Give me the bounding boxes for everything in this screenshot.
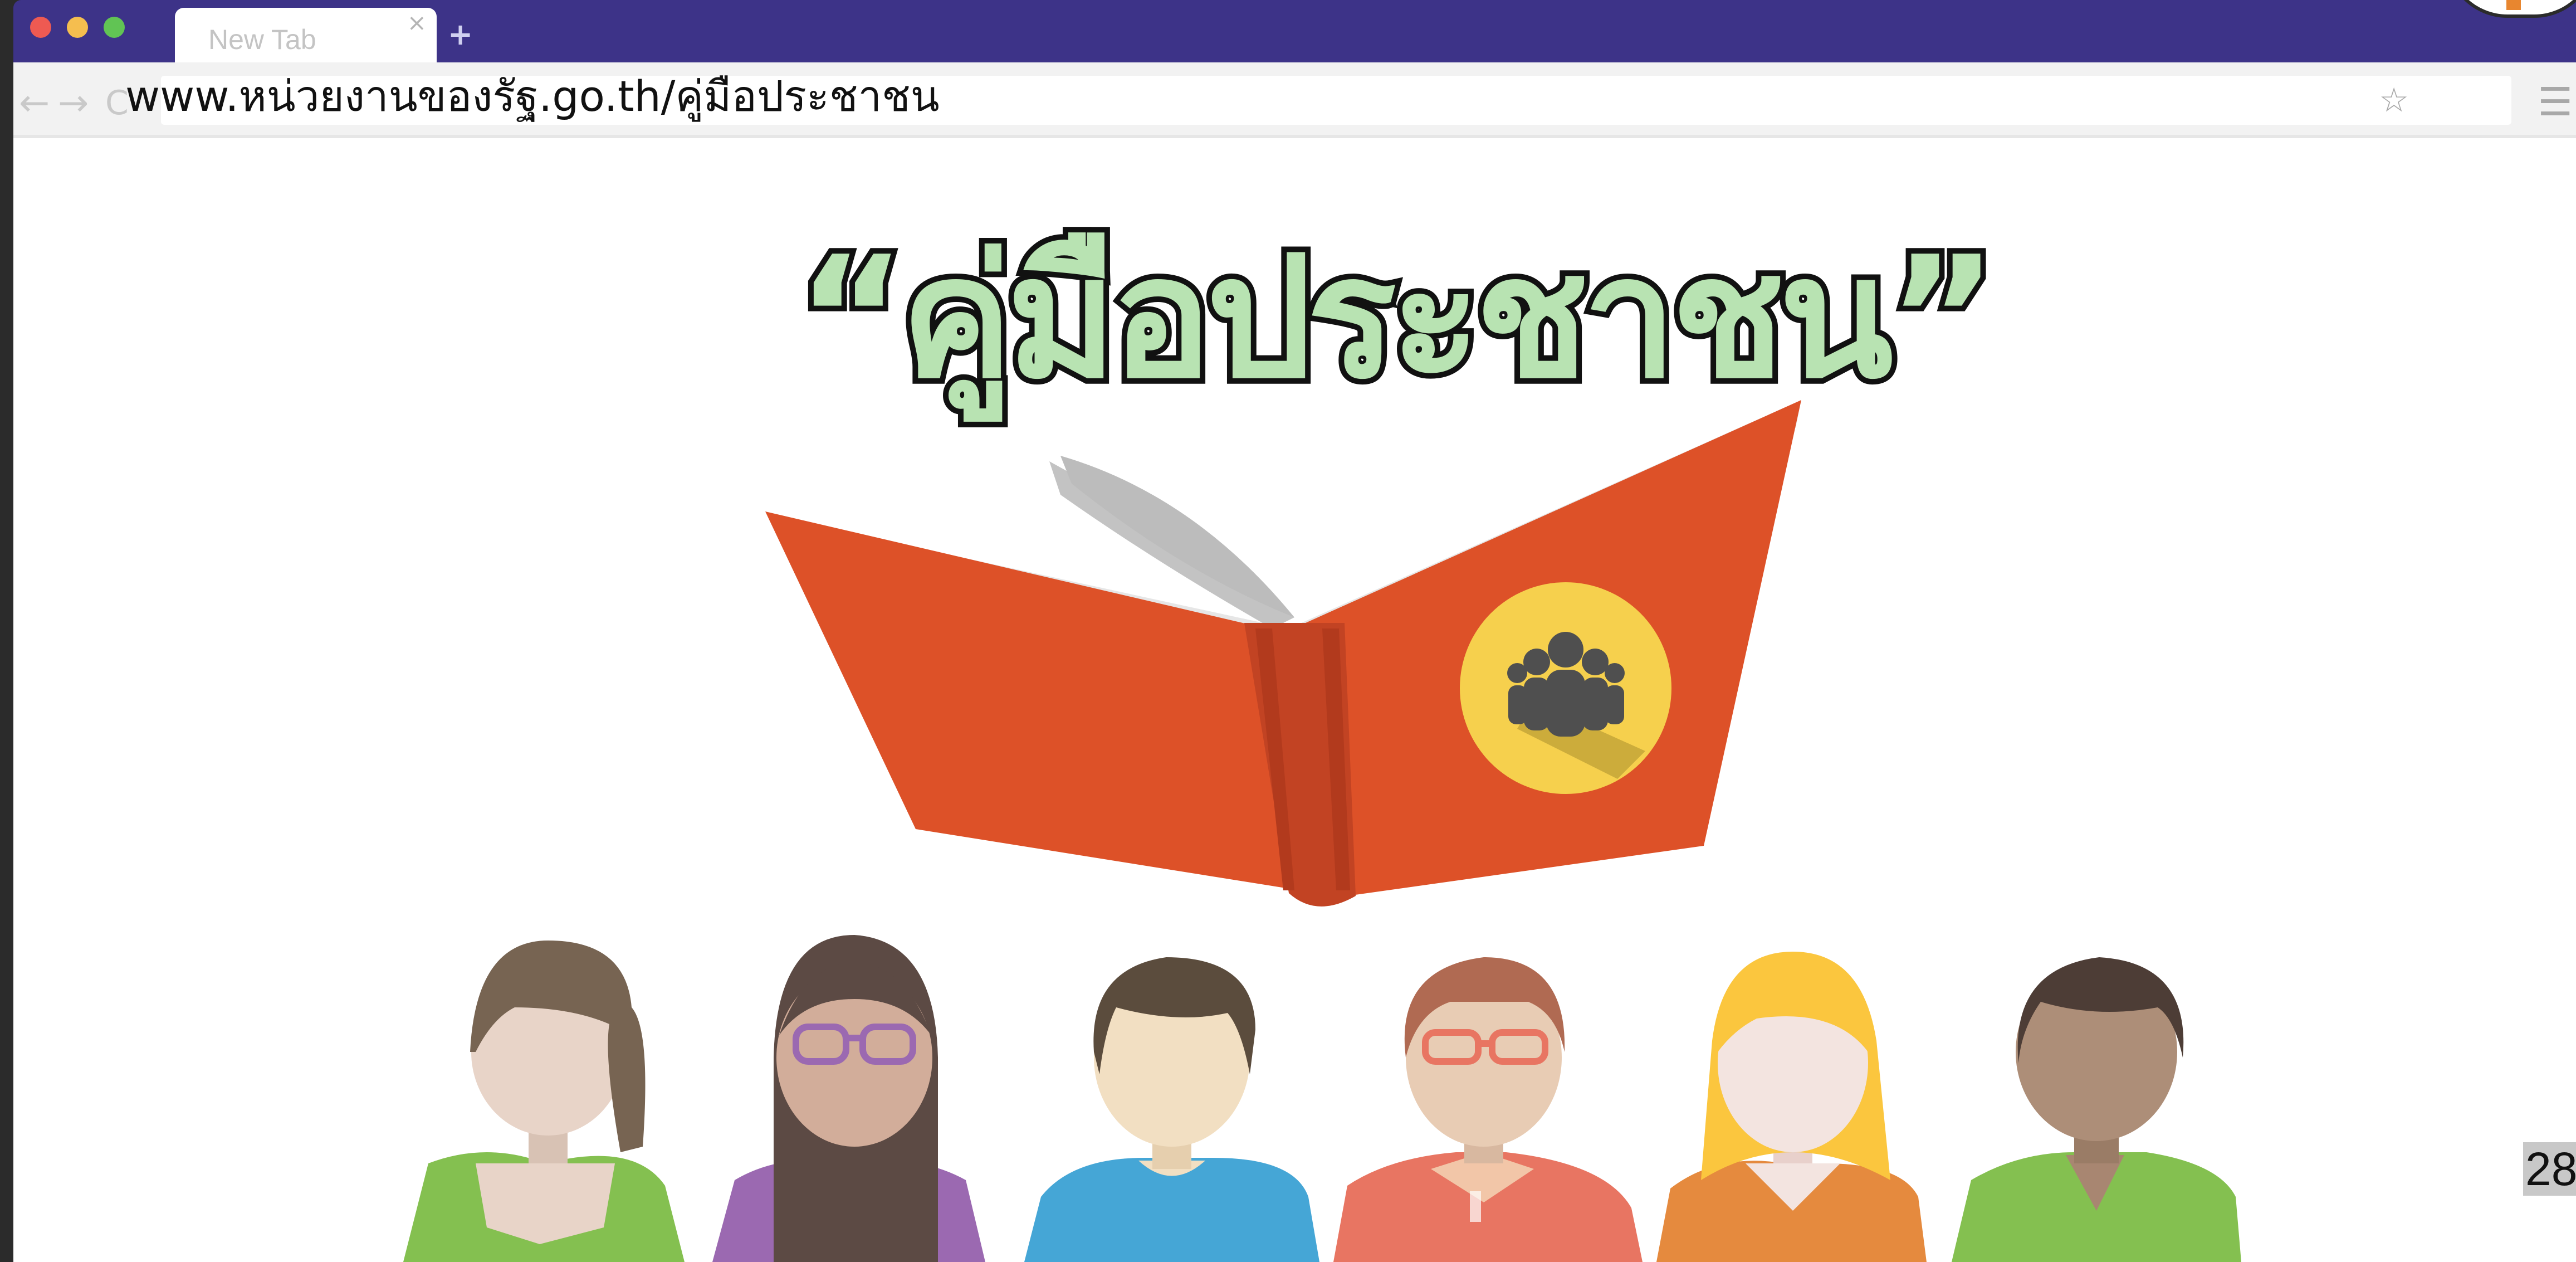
browser-titlebar: New Tab × + — [13, 0, 2576, 62]
url-text[interactable]: www.หน่วยงานของรัฐ.go.th/คู่มือประชาชน — [125, 63, 940, 130]
new-tab-button[interactable]: + — [448, 17, 473, 52]
bookmark-star-icon[interactable]: ☆ — [2379, 84, 2409, 117]
person-4-avatar — [1333, 957, 1643, 1262]
page-number: 28 — [2523, 1142, 2576, 1196]
tab-close-icon[interactable]: × — [407, 9, 427, 36]
tab-title: New Tab — [208, 24, 316, 55]
person-3-avatar — [1024, 957, 1319, 1262]
tab-new-tab[interactable]: New Tab × — [175, 8, 437, 62]
slide-headline: “คู่มือประชาชน” — [791, 215, 2003, 421]
person-6-avatar — [1952, 957, 2241, 1262]
forward-arrow-icon[interactable]: → — [58, 85, 89, 121]
person-2-avatar — [712, 935, 985, 1262]
minimize-window-button[interactable] — [67, 17, 88, 38]
open-book-icon — [765, 400, 1801, 907]
person-1-avatar — [403, 941, 685, 1262]
person-avatars — [403, 935, 2241, 1262]
browser-menu-icon[interactable]: ☰ — [2538, 82, 2573, 121]
corner-logo-mark — [2506, 0, 2521, 10]
maximize-window-button[interactable] — [104, 17, 125, 38]
back-arrow-icon[interactable]: ← — [19, 85, 50, 121]
person-5-avatar — [1656, 952, 1927, 1262]
close-window-button[interactable] — [30, 17, 51, 38]
